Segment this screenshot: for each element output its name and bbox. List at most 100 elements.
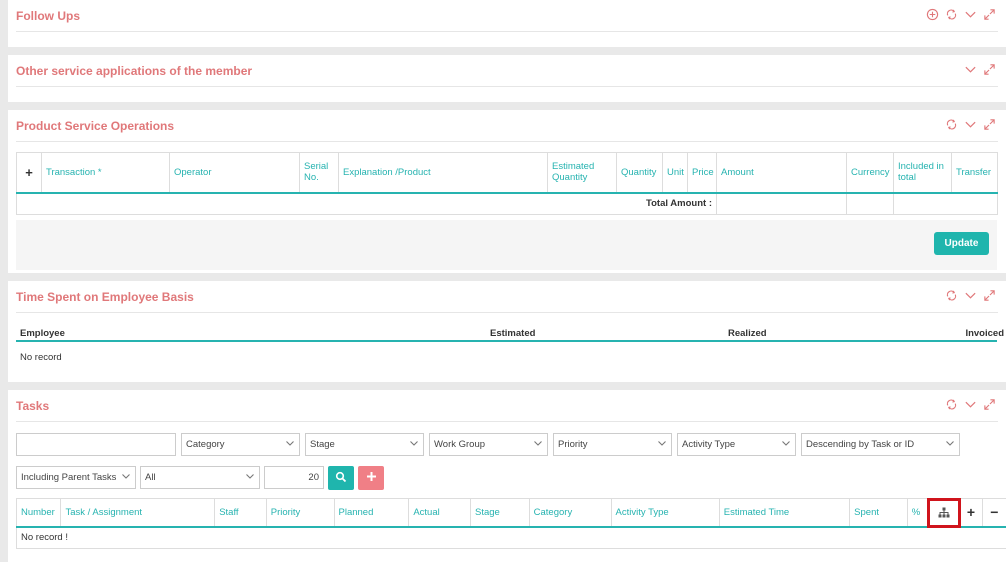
tasks-tools [945,398,996,411]
total-extra [893,192,998,215]
col-explanation-product[interactable]: Explanation /Product [338,152,548,194]
col-currency[interactable]: Currency [846,152,894,194]
col-number[interactable]: Number [15,498,61,528]
collapse-chevron-icon[interactable] [964,8,977,21]
category-select-value: Category [186,439,225,450]
col-estimated-time[interactable]: Estimated Time [718,498,850,528]
collapse-chevron-icon[interactable] [964,118,977,131]
expand-icon[interactable] [983,63,996,76]
hierarchy-view-button[interactable] [926,497,961,528]
plus-icon [366,471,377,485]
total-currency [846,192,894,215]
col-unit[interactable]: Unit [662,152,688,194]
product-service-operations-panel: Product Service Operations + Transaction… [8,110,1006,273]
col-transaction[interactable]: Transaction * [41,152,170,194]
tasks-panel: Tasks Category Stage Work Group Priority… [8,390,1006,562]
refresh-icon[interactable] [945,118,958,131]
divider [16,421,998,422]
add-row-button[interactable]: + [16,152,42,194]
col-staff[interactable]: Staff [214,498,267,528]
col-quantity[interactable]: Quantity [616,152,663,194]
col-task-assignment[interactable]: Task / Assignment [60,498,215,528]
col-activity-type[interactable]: Activity Type [610,498,720,528]
total-amount-label: Total Amount : [16,192,717,215]
add-task-button[interactable] [358,466,384,490]
task-search-input[interactable] [16,433,176,456]
col-estimated-quantity[interactable]: Estimated Quantity [547,152,617,194]
expand-icon[interactable] [983,289,996,302]
chevron-down-icon [121,471,131,484]
divider [16,86,998,87]
other-services-panel: Other service applications of the member [8,55,1006,102]
sort-select[interactable]: Descending by Task or ID [801,433,960,456]
col-operator[interactable]: Operator [169,152,300,194]
pso-header-row: + Transaction * Operator Serial No. Expl… [16,152,998,194]
search-button[interactable] [328,466,354,490]
parent-tasks-select-value: Including Parent Tasks [21,472,117,483]
page-size-input[interactable]: 20 [264,466,324,489]
col-category[interactable]: Category [528,498,612,528]
collapse-all-button[interactable]: − [981,498,1006,528]
priority-select-value: Priority [558,439,588,450]
stage-select[interactable]: Stage [305,433,424,456]
chevron-down-icon [945,438,955,451]
expand-icon[interactable] [983,398,996,411]
activity-type-select-value: Activity Type [682,439,736,450]
sort-select-value: Descending by Task or ID [806,439,915,450]
expand-icon[interactable] [983,118,996,131]
col-amount[interactable]: Amount [716,152,847,194]
divider [16,312,998,313]
col-realized: Realized [728,328,767,339]
total-amount-value [716,192,847,215]
collapse-chevron-icon[interactable] [964,398,977,411]
tasks-empty: No record ! [16,526,1006,549]
col-spent[interactable]: Spent [849,498,908,528]
table-row: No record ! [16,526,1006,549]
refresh-icon[interactable] [945,398,958,411]
follow-ups-tools [926,8,996,21]
stage-select-value: Stage [310,439,335,450]
divider [16,141,998,142]
col-employee: Employee [20,328,65,339]
expand-icon[interactable] [983,8,996,21]
activity-type-select[interactable]: Activity Type [677,433,796,456]
priority-select[interactable]: Priority [553,433,672,456]
category-select[interactable]: Category [181,433,300,456]
work-group-select-value: Work Group [434,439,486,450]
chevron-down-icon [285,438,295,451]
collapse-chevron-icon[interactable] [964,289,977,302]
col-priority[interactable]: Priority [265,498,334,528]
total-row: Total Amount : [16,192,998,215]
add-circle-icon[interactable] [926,8,939,21]
update-button[interactable]: Update [934,232,989,255]
refresh-icon[interactable] [945,8,958,21]
chevron-down-icon [781,438,791,451]
col-transfer[interactable]: Transfer [951,152,998,194]
search-icon [335,471,347,486]
time-spent-tools [945,289,996,302]
pso-table: + Transaction * Operator Serial No. Expl… [16,152,998,215]
chevron-down-icon [409,438,419,451]
work-group-select[interactable]: Work Group [429,433,548,456]
pso-tools [945,118,996,131]
other-services-title: Other service applications of the member [16,64,253,78]
chevron-down-icon [245,471,255,484]
expand-all-button[interactable]: + [959,498,983,528]
time-spent-title: Time Spent on Employee Basis [16,290,194,304]
col-planned[interactable]: Planned [333,498,409,528]
col-actual[interactable]: Actual [408,498,471,528]
parent-tasks-select[interactable]: Including Parent Tasks [16,466,136,489]
col-serial-no[interactable]: Serial No. [299,152,339,194]
tasks-header-row: Number Task / Assignment Staff Priority … [15,497,1006,528]
divider [16,31,998,32]
scope-select[interactable]: All [140,466,260,489]
col-price[interactable]: Price [687,152,717,194]
col-percent[interactable]: % [906,498,928,528]
collapse-chevron-icon[interactable] [964,63,977,76]
col-included-in-total[interactable]: Included in total [893,152,952,194]
col-estimated: Estimated [490,328,536,339]
time-spent-header: Employee Estimated Realized Invoiced [16,326,1004,342]
refresh-icon[interactable] [945,289,958,302]
scope-select-value: All [145,472,156,483]
col-stage[interactable]: Stage [470,498,530,528]
